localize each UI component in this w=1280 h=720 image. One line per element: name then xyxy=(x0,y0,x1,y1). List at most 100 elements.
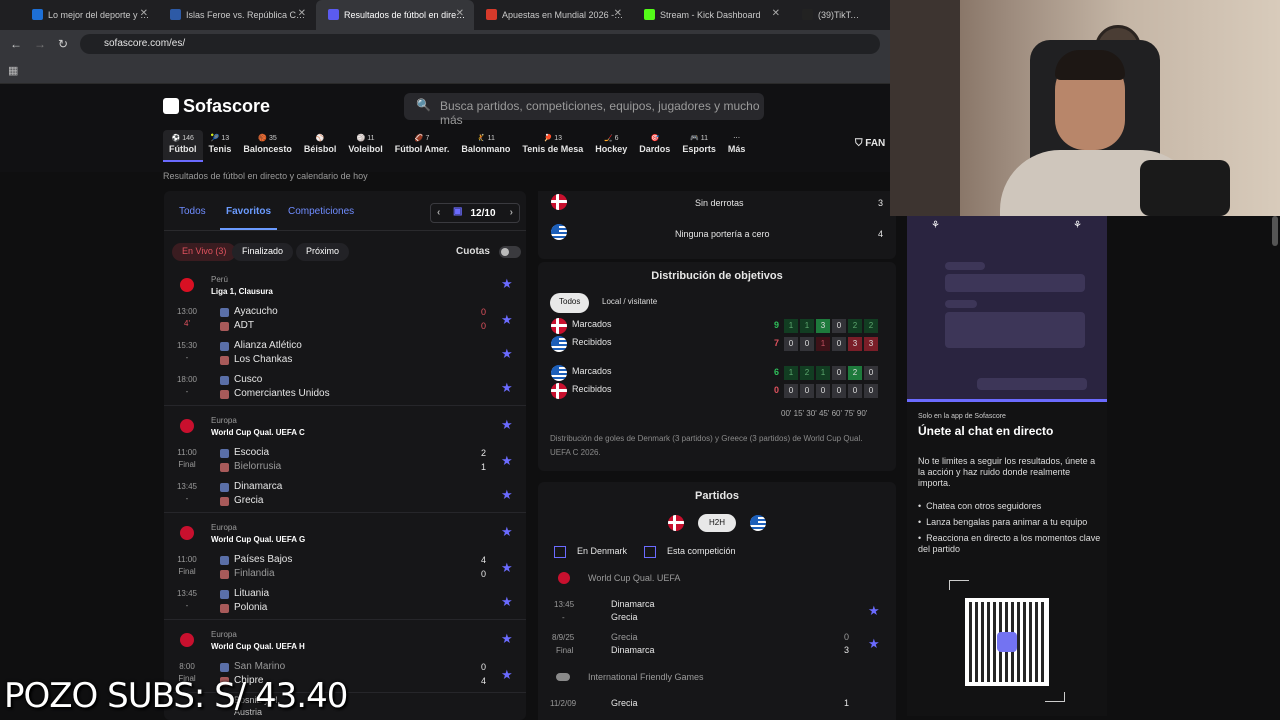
browser-tab[interactable]: Islas Feroe vs. República Checa ✕ xyxy=(158,0,316,30)
page-scrollbar[interactable] xyxy=(1272,216,1278,246)
favorite-star-icon[interactable]: ★ xyxy=(501,380,513,396)
favorite-star-icon[interactable]: ★ xyxy=(501,487,513,503)
browser-tab[interactable]: Lo mejor del deporte y el entretenimient… xyxy=(0,0,158,30)
favorite-star-icon[interactable]: ★ xyxy=(501,560,513,576)
sport-tab-1[interactable]: 🎾 13 Tenis xyxy=(203,130,238,162)
tab-competiciones[interactable]: Competiciones xyxy=(288,206,354,217)
league-country: Europa xyxy=(211,523,237,532)
favorite-star-icon[interactable]: ★ xyxy=(501,594,513,610)
home-team: Grecia xyxy=(611,698,638,708)
goal-cell: 1 xyxy=(784,319,798,333)
sport-tab-11[interactable]: ⋯ Más xyxy=(722,130,752,162)
sport-count: 🎮 11 xyxy=(682,130,716,144)
checkbox-esta-competicion[interactable] xyxy=(644,546,656,558)
forward-icon[interactable]: → xyxy=(34,37,46,51)
tab-todos[interactable]: Todos xyxy=(179,206,206,217)
sport-tab-7[interactable]: 🏓 13 Tenis de Mesa xyxy=(516,130,589,162)
denmark-flag-icon[interactable] xyxy=(668,515,684,531)
fan-button[interactable]: ⛉ FAN xyxy=(855,138,885,149)
next-day-icon[interactable]: › xyxy=(510,207,513,218)
h2h-tab[interactable]: H2H xyxy=(698,514,736,532)
greece-flag-icon[interactable] xyxy=(750,515,766,531)
search-input[interactable]: 🔍 Busca partidos, competiciones, equipos,… xyxy=(404,93,764,127)
favorite-star-icon[interactable]: ★ xyxy=(501,276,513,292)
prev-day-icon[interactable]: ‹ xyxy=(437,207,440,218)
tab-close-icon[interactable]: ✕ xyxy=(140,8,148,19)
sport-tab-9[interactable]: 🎯 Dardos xyxy=(633,130,676,162)
sofascore-logo[interactable]: Sofascore xyxy=(163,96,270,117)
favorite-star-icon[interactable]: ★ xyxy=(501,453,513,469)
back-icon[interactable]: ← xyxy=(10,37,22,51)
league-country: Perú xyxy=(211,275,228,284)
away-score: 3 xyxy=(844,645,850,655)
browser-tab[interactable]: (39)TikTok - M xyxy=(790,0,870,30)
away-team: Bielorrusia xyxy=(234,461,282,472)
bullet-text: Chatea con otros seguidores xyxy=(926,501,1042,511)
goal-tab-all[interactable]: Todos xyxy=(550,293,590,313)
sport-tab-8[interactable]: 🏒 6 Hockey xyxy=(589,130,633,162)
sport-label: Esports xyxy=(682,144,716,154)
browser-tab[interactable]: Stream - Kick Dashboard ✕ xyxy=(632,0,790,30)
sport-count-value: 146 xyxy=(182,135,194,142)
filter-upcoming[interactable]: Próximo xyxy=(296,243,350,261)
apps-grid-icon[interactable]: ▦ xyxy=(8,64,18,77)
away-team: Los Chankas xyxy=(234,354,293,365)
tab-close-icon[interactable]: ✕ xyxy=(614,8,622,19)
sport-tab-5[interactable]: 🏈 7 Fútbol Amer. xyxy=(389,130,456,162)
match-row[interactable]: 18:00 - Cusco Comerciantes Unidos ★ xyxy=(164,373,526,406)
favorite-star-icon[interactable]: ★ xyxy=(868,603,880,619)
home-team: Cusco xyxy=(234,374,263,385)
qr-pattern xyxy=(969,602,1045,682)
favorite-star-icon[interactable]: ★ xyxy=(501,312,513,328)
sport-icon: 🤾 xyxy=(476,135,488,142)
browser-tab[interactable]: Apuestas en Mundial 2026 - Pr ✕ xyxy=(474,0,632,30)
favorite-star-icon[interactable]: ★ xyxy=(501,631,513,647)
favorite-star-icon[interactable]: ★ xyxy=(501,417,513,433)
sport-tab-6[interactable]: 🤾 11 Balonmano xyxy=(455,130,516,162)
home-team-crest-icon xyxy=(220,342,229,351)
tab-favicon-icon xyxy=(486,9,497,20)
tab-close-icon[interactable]: ✕ xyxy=(298,8,306,19)
sport-tab-3[interactable]: ⚾ Béisbol xyxy=(298,130,343,162)
sport-count: 🎯 xyxy=(639,130,670,144)
reload-icon[interactable]: ↻ xyxy=(58,37,68,51)
denmark-flag-icon xyxy=(551,383,567,399)
favorite-star-icon[interactable]: ★ xyxy=(501,524,513,540)
checkbox-en-denmark[interactable] xyxy=(554,546,566,558)
flare-icon: ⚘ xyxy=(1073,220,1082,231)
favorite-star-icon[interactable]: ★ xyxy=(868,636,880,652)
match-row[interactable]: 11:00 Final Países Bajos Finlandia 4 0 ★ xyxy=(164,553,526,586)
doorway-shape xyxy=(890,0,960,216)
tab-close-icon[interactable]: ✕ xyxy=(772,8,780,19)
sport-tab-0[interactable]: ⚽ 146 Fútbol xyxy=(163,130,203,162)
match-row[interactable]: 15:30 - Alianza Atlético Los Chankas ★ xyxy=(164,339,526,372)
tab-favoritos[interactable]: Favoritos xyxy=(219,206,278,230)
sport-tab-4[interactable]: 🏐 11 Voleibol xyxy=(342,130,388,162)
sport-tab-10[interactable]: 🎮 11 Esports xyxy=(676,130,722,162)
tab-title: Islas Feroe vs. República Checa xyxy=(186,10,308,20)
sport-tab-2[interactable]: 🏀 35 Baloncesto xyxy=(237,130,298,162)
match-row[interactable]: 13:45 - Dinamarca Grecia ★ xyxy=(164,480,526,513)
match-row[interactable]: 11:00 Final Escocia Bielorrusia 2 1 ★ xyxy=(164,446,526,479)
odds-toggle[interactable] xyxy=(499,246,521,258)
match-row[interactable]: 13:45 - Lituania Polonia ★ xyxy=(164,587,526,620)
home-team: Escocia xyxy=(234,447,270,458)
match-time: 13:00 xyxy=(176,307,198,316)
sport-label: Hockey xyxy=(595,144,628,154)
match-row[interactable]: 13:00 4' Ayacucho ADT 0 0 ★ xyxy=(164,305,526,338)
matches-card: Partidos H2H En Denmark Esta competición… xyxy=(538,482,896,720)
browser-tab[interactable]: Resultados de fútbol en directo ✕ xyxy=(316,0,474,30)
date-picker[interactable]: ‹ ▣ 12/10 › xyxy=(430,203,520,223)
filter-live[interactable]: En Vivo (3) xyxy=(172,243,237,261)
favorite-star-icon[interactable]: ★ xyxy=(501,667,513,683)
match-status: Final xyxy=(556,646,574,655)
favorite-star-icon[interactable]: ★ xyxy=(501,346,513,362)
home-team-crest-icon xyxy=(220,376,229,385)
url-field[interactable]: sofascore.com/es/ xyxy=(80,34,880,54)
goal-tab-home-away[interactable]: Local / visitante xyxy=(602,297,657,306)
goal-row-label: Marcados xyxy=(572,366,612,376)
tab-close-icon[interactable]: ✕ xyxy=(456,8,464,19)
sport-icon: ⋯ xyxy=(733,135,741,142)
filter-finished[interactable]: Finalizado xyxy=(232,243,294,261)
sport-count: 🎾 13 xyxy=(209,130,232,144)
